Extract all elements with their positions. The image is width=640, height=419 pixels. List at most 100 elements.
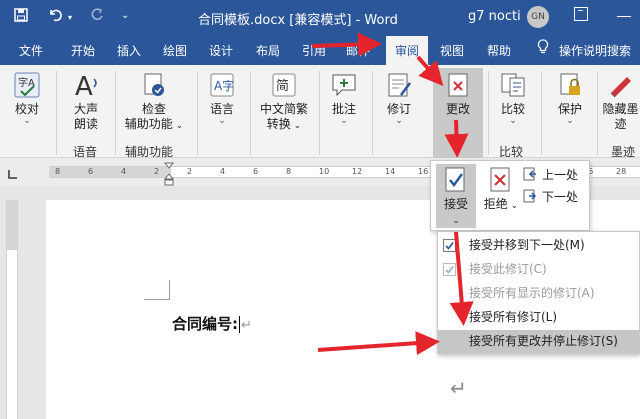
read-aloud-button[interactable]: A 大声 朗读 bbox=[66, 71, 106, 132]
check-accessibility-button[interactable]: 检查 辅助功能 ⌄ bbox=[121, 71, 187, 134]
chevron-down-icon: ⌄ bbox=[23, 116, 31, 126]
reject-label: 拒绝 bbox=[483, 197, 508, 211]
chevron-down-icon: ⌄ bbox=[395, 116, 403, 126]
language-label: 语言 bbox=[209, 102, 234, 116]
tab-review[interactable]: 审阅 bbox=[386, 36, 429, 65]
ruler-number: 6 bbox=[253, 167, 259, 176]
ribbon-tabs: 文件 开始 插入 绘图 设计 布局 引用 邮件 审阅 视图 帮助 操作说明搜索 bbox=[0, 34, 640, 65]
proofing-label: 校对 bbox=[14, 102, 39, 116]
reject-button[interactable]: 拒绝 ⌄ bbox=[483, 167, 519, 214]
divider bbox=[56, 71, 57, 155]
chinese-conversion-button[interactable]: 简 中文简繁 转换 ⌄ bbox=[255, 71, 313, 134]
chevron-down-icon: ⌄ bbox=[290, 121, 302, 131]
ruler-number: 12 bbox=[352, 167, 363, 176]
accessibility-icon bbox=[144, 73, 164, 96]
divider bbox=[541, 71, 542, 155]
reject-icon bbox=[490, 167, 510, 192]
menu-item-accept-and-move-next[interactable]: 接受并移到下一处(M) bbox=[438, 234, 639, 257]
changes-label: 更改 bbox=[445, 102, 470, 116]
protect-label: 保护 bbox=[557, 102, 582, 116]
accept-check-icon bbox=[443, 263, 456, 276]
compare-label: 比较 bbox=[500, 102, 525, 116]
divider bbox=[319, 71, 320, 155]
tab-file[interactable]: 文件 bbox=[19, 42, 43, 59]
save-icon[interactable] bbox=[14, 8, 28, 26]
hide-ink-button[interactable]: 隐藏墨 迹 bbox=[601, 71, 640, 132]
lock-icon bbox=[560, 73, 580, 95]
tab-selector-icon[interactable] bbox=[7, 168, 19, 180]
compare-icon bbox=[501, 73, 525, 97]
indent-marker-icon[interactable] bbox=[164, 162, 174, 188]
ruler-number: 6 bbox=[88, 167, 94, 176]
tab-mailings[interactable]: 邮件 bbox=[346, 42, 370, 59]
changes-popup: 接受 ⌄ 拒绝 ⌄ 上一处 下一处 bbox=[430, 160, 590, 231]
menu-item-label: 接受此修订(C) bbox=[469, 262, 547, 276]
ribbon-display-options-icon[interactable] bbox=[574, 7, 588, 21]
read-aloud-label-2: 朗读 bbox=[73, 117, 98, 131]
chevron-down-icon: ⌄ bbox=[340, 116, 348, 126]
chevron-down-icon: ⌄ bbox=[507, 201, 519, 211]
next-change-icon[interactable] bbox=[523, 189, 537, 203]
track-changes-icon bbox=[388, 73, 411, 97]
hide-ink-label-1: 隐藏墨 bbox=[602, 102, 639, 116]
menu-item-label: 接受所有显示的修订(A) bbox=[469, 286, 595, 300]
paragraph-mark: ↵ bbox=[450, 376, 467, 400]
ruler-number: 10 bbox=[319, 167, 330, 176]
hide-ink-label-2: 迹 bbox=[614, 117, 627, 131]
accept-check-icon bbox=[443, 239, 456, 252]
tab-home[interactable]: 开始 bbox=[71, 42, 95, 59]
vertical-ruler[interactable] bbox=[6, 200, 18, 419]
divider bbox=[597, 71, 598, 155]
undo-dropdown-icon[interactable]: ▾ bbox=[68, 13, 72, 22]
chinese-conversion-label-1: 中文简繁 bbox=[259, 102, 308, 116]
divider bbox=[488, 71, 489, 155]
previous-change-button[interactable]: 上一处 bbox=[542, 166, 578, 183]
tab-references[interactable]: 引用 bbox=[302, 42, 326, 59]
changes-button[interactable]: 更改 bbox=[436, 71, 480, 117]
check-accessibility-label-1: 检查 bbox=[141, 102, 166, 116]
text-cursor bbox=[239, 316, 240, 333]
tab-help[interactable]: 帮助 bbox=[487, 42, 511, 59]
margin-corner-mark bbox=[144, 280, 170, 300]
menu-item-accept-all-and-stop-tracking[interactable]: 接受所有更改并停止修订(S) bbox=[438, 330, 639, 353]
accept-label: 接受 bbox=[443, 197, 468, 211]
menu-item-accept-all-shown[interactable]: 接受所有显示的修订(A) bbox=[438, 282, 639, 305]
ruler-number: 4 bbox=[220, 167, 226, 176]
comments-label: 批注 bbox=[331, 102, 356, 116]
undo-icon[interactable] bbox=[48, 8, 64, 26]
contract-number-line[interactable]: 合同编号: ↵ bbox=[172, 313, 252, 334]
comments-button[interactable]: 批注 ⌄ bbox=[327, 71, 361, 126]
accept-button[interactable]: 接受 ⌄ bbox=[438, 167, 474, 229]
menu-item-accept-all[interactable]: 接受所有修订(L) bbox=[438, 306, 639, 329]
tab-layout[interactable]: 布局 bbox=[256, 42, 280, 59]
avatar[interactable]: GN bbox=[527, 6, 549, 28]
ruler-number: 2 bbox=[154, 167, 160, 176]
previous-change-icon[interactable] bbox=[523, 167, 537, 181]
read-aloud-label-1: 大声 bbox=[73, 102, 98, 116]
chevron-down-icon: ⌄ bbox=[452, 216, 460, 226]
window-title: 合同模板.docx [兼容模式] - Word bbox=[198, 13, 398, 28]
minimize-icon[interactable] bbox=[617, 16, 631, 17]
chinese-conversion-label-2: 转换 bbox=[266, 117, 291, 131]
menu-item-accept-this-change[interactable]: 接受此修订(C) bbox=[438, 258, 639, 281]
chevron-down-icon: ⌄ bbox=[218, 116, 226, 126]
language-button[interactable]: A字 语言 ⌄ bbox=[205, 71, 239, 126]
next-change-button[interactable]: 下一处 bbox=[542, 188, 578, 205]
protect-button[interactable]: 保护 ⌄ bbox=[553, 71, 587, 126]
tab-draw[interactable]: 绘图 bbox=[163, 42, 187, 59]
ruler-number: 8 bbox=[55, 167, 61, 176]
compare-button[interactable]: 比较 ⌄ bbox=[496, 71, 530, 126]
customize-toolbar-icon[interactable]: ⌄ bbox=[121, 10, 129, 21]
language-icon: A字 bbox=[210, 73, 234, 97]
tracking-button[interactable]: 修订 ⌄ bbox=[382, 71, 416, 126]
proofing-button[interactable]: 字A 校对 ⌄ bbox=[10, 71, 44, 126]
tab-view[interactable]: 视图 bbox=[440, 42, 464, 59]
read-aloud-icon: A bbox=[75, 72, 97, 99]
tab-design[interactable]: 设计 bbox=[209, 42, 233, 59]
user-name[interactable]: g7 nocti bbox=[468, 9, 521, 24]
tell-me-search[interactable]: 操作说明搜索 bbox=[559, 42, 631, 59]
comment-icon bbox=[332, 74, 356, 97]
hide-ink-icon bbox=[610, 77, 631, 98]
tab-insert[interactable]: 插入 bbox=[117, 42, 141, 59]
redo-icon[interactable] bbox=[90, 8, 104, 26]
